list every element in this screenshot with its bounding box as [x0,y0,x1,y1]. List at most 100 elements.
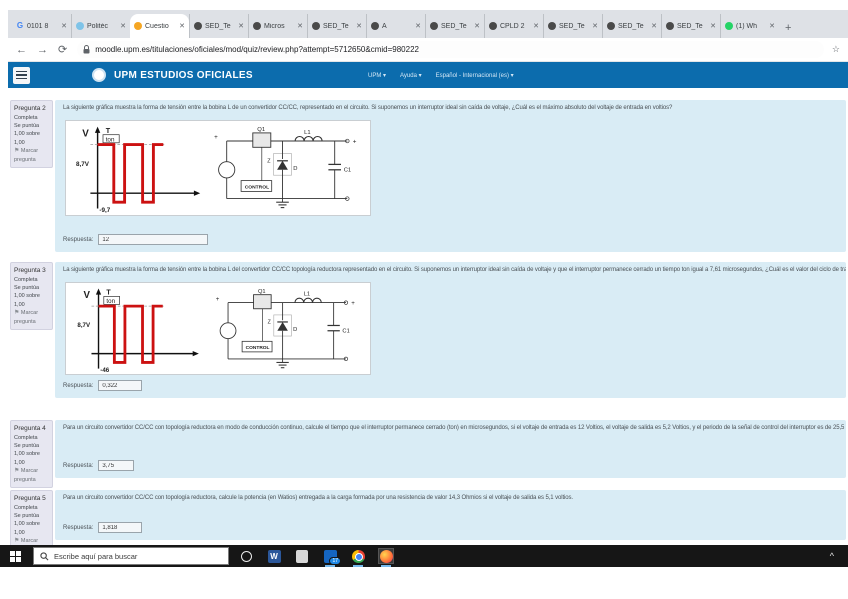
svg-text:CONTROL: CONTROL [245,184,269,190]
browser-tab[interactable]: A✕ [366,14,425,38]
svg-text:+: + [353,139,357,146]
flag-question-link[interactable]: ⚑ Marcar pregunta [14,467,49,484]
svg-text:Z: Z [268,319,272,325]
search-icon [40,552,49,561]
reload-button[interactable]: ⟳ [58,43,67,56]
svg-text:Q1: Q1 [258,288,266,294]
browser-tab[interactable]: (1) Wh✕ [720,14,779,38]
question-grade: Se puntúa 1,00 sobre 1,00 [14,512,49,537]
flag-question-link[interactable]: ⚑ Marcar pregunta [14,309,49,326]
menu-upm[interactable]: UPM ▾ [368,72,386,79]
question-grade: Se puntúa 1,00 sobre 1,00 [14,442,49,467]
calculator-icon[interactable] [295,549,309,563]
svg-text:C1: C1 [344,168,351,174]
svg-text:ton: ton [106,298,115,305]
new-tab-button[interactable]: + [785,22,791,34]
answer-row: Respuesta: [63,234,208,245]
question-number: Pregunta 5 [14,494,49,504]
svg-text:+: + [216,295,220,302]
firefox-icon[interactable] [379,549,393,563]
address-bar[interactable]: moodle.upm.es/titulaciones/oficiales/mod… [77,41,824,58]
browser-tab[interactable]: Politéc✕ [71,14,130,38]
site-favicon-icon [666,22,674,30]
question-text: La siguiente gráfica muestra la forma de… [55,262,846,273]
flag-icon: ⚑ [14,310,19,316]
answer-input[interactable] [98,460,134,471]
answer-input[interactable] [98,234,208,245]
question-figure: V T ton 8,7V -9,7 + Q1 [65,120,371,216]
question-state: Completa [14,276,49,284]
svg-text:8,7V: 8,7V [76,161,90,168]
answer-input[interactable] [98,522,142,533]
whatsapp-favicon-icon [725,22,733,30]
tab-close-icon[interactable]: ✕ [356,22,362,30]
tab-close-icon[interactable]: ✕ [297,22,303,30]
question-number: Pregunta 4 [14,424,49,434]
tab-close-icon[interactable]: ✕ [415,22,421,30]
browser-tab[interactable]: SED_Te✕ [189,14,248,38]
question-body: Para un circuito convertidor CC/CC con t… [55,420,846,478]
hamburger-menu-icon[interactable] [13,67,30,84]
svg-text:D: D [293,326,297,332]
back-button[interactable]: ← [16,44,27,56]
tab-close-icon[interactable]: ✕ [651,22,657,30]
browser-tab[interactable]: SED_Te✕ [425,14,484,38]
start-button-icon[interactable] [10,551,21,562]
tab-close-icon[interactable]: ✕ [120,22,126,30]
taskbar-search[interactable]: Escribe aquí para buscar [33,547,229,565]
answer-input[interactable] [98,380,142,391]
tab-close-icon[interactable]: ✕ [592,22,598,30]
site-favicon-icon [548,22,556,30]
svg-text:L1: L1 [304,291,310,297]
waveform-plot: V T ton 8,7V -9,7 [70,123,208,213]
url-text: moodle.upm.es/titulaciones/oficiales/mod… [95,45,419,54]
bookmark-star-icon[interactable]: ☆ [832,44,840,55]
menu-language[interactable]: Español - Internacional (es) ▾ [436,72,514,79]
notification-badge: 17 [329,557,341,565]
site-favicon-icon [371,22,379,30]
tray-chevron-icon[interactable]: ^ [830,551,834,561]
tab-close-icon[interactable]: ✕ [179,22,185,30]
word-icon[interactable]: W [267,549,281,563]
tab-close-icon[interactable]: ✕ [474,22,480,30]
chrome-icon[interactable] [351,549,365,563]
browser-tab[interactable]: SED_Te✕ [602,14,661,38]
browser-tab-active[interactable]: Cuestio✕ [130,14,189,38]
padlock-icon [83,45,90,54]
browser-tab[interactable]: Micros✕ [248,14,307,38]
tab-close-icon[interactable]: ✕ [769,22,775,30]
tab-close-icon[interactable]: ✕ [710,22,716,30]
menu-ayuda[interactable]: Ayuda ▾ [400,72,422,79]
answer-label: Respuesta: [63,463,93,469]
cortana-icon[interactable] [239,549,253,563]
question-grade: Se puntúa 1,00 sobre 1,00 [14,122,49,147]
question-info-box: Pregunta 4 Completa Se puntúa 1,00 sobre… [10,420,53,488]
question-body: La siguiente gráfica muestra la forma de… [55,100,846,252]
svg-text:L1: L1 [304,130,311,136]
answer-label: Respuesta: [63,525,93,531]
browser-tab[interactable]: SED_Te✕ [661,14,720,38]
flag-icon: ⚑ [14,148,19,154]
header-menu: UPM ▾ Ayuda ▾ Español - Internacional (e… [368,72,514,79]
browser-tab[interactable]: CPLD 2✕ [484,14,543,38]
site-brand[interactable]: UPM ESTUDIOS OFICIALES [114,70,253,81]
tab-close-icon[interactable]: ✕ [61,22,67,30]
browser-tab[interactable]: SED_Te✕ [307,14,366,38]
tab-close-icon[interactable]: ✕ [238,22,244,30]
search-placeholder: Escribe aquí para buscar [54,552,137,561]
outlook-icon[interactable]: 17 [323,549,337,563]
site-favicon-icon [194,22,202,30]
forward-button[interactable]: → [37,44,48,56]
upm-logo [92,68,106,82]
browser-tab[interactable]: SED_Te✕ [543,14,602,38]
browser-tab[interactable]: G0101 8✕ [12,14,71,38]
flag-icon: ⚑ [14,538,19,544]
site-favicon-icon [312,22,320,30]
flag-icon: ⚑ [14,468,19,474]
tab-close-icon[interactable]: ✕ [533,22,539,30]
browser-toolbar: ← → ⟳ moodle.upm.es/titulaciones/oficial… [8,38,848,62]
chevron-down-icon: ▾ [511,73,514,79]
flag-question-link[interactable]: ⚑ Marcar pregunta [14,147,49,164]
moodle-header: UPM ESTUDIOS OFICIALES UPM ▾ Ayuda ▾ Esp… [8,62,848,88]
question-number: Pregunta 2 [14,104,49,114]
